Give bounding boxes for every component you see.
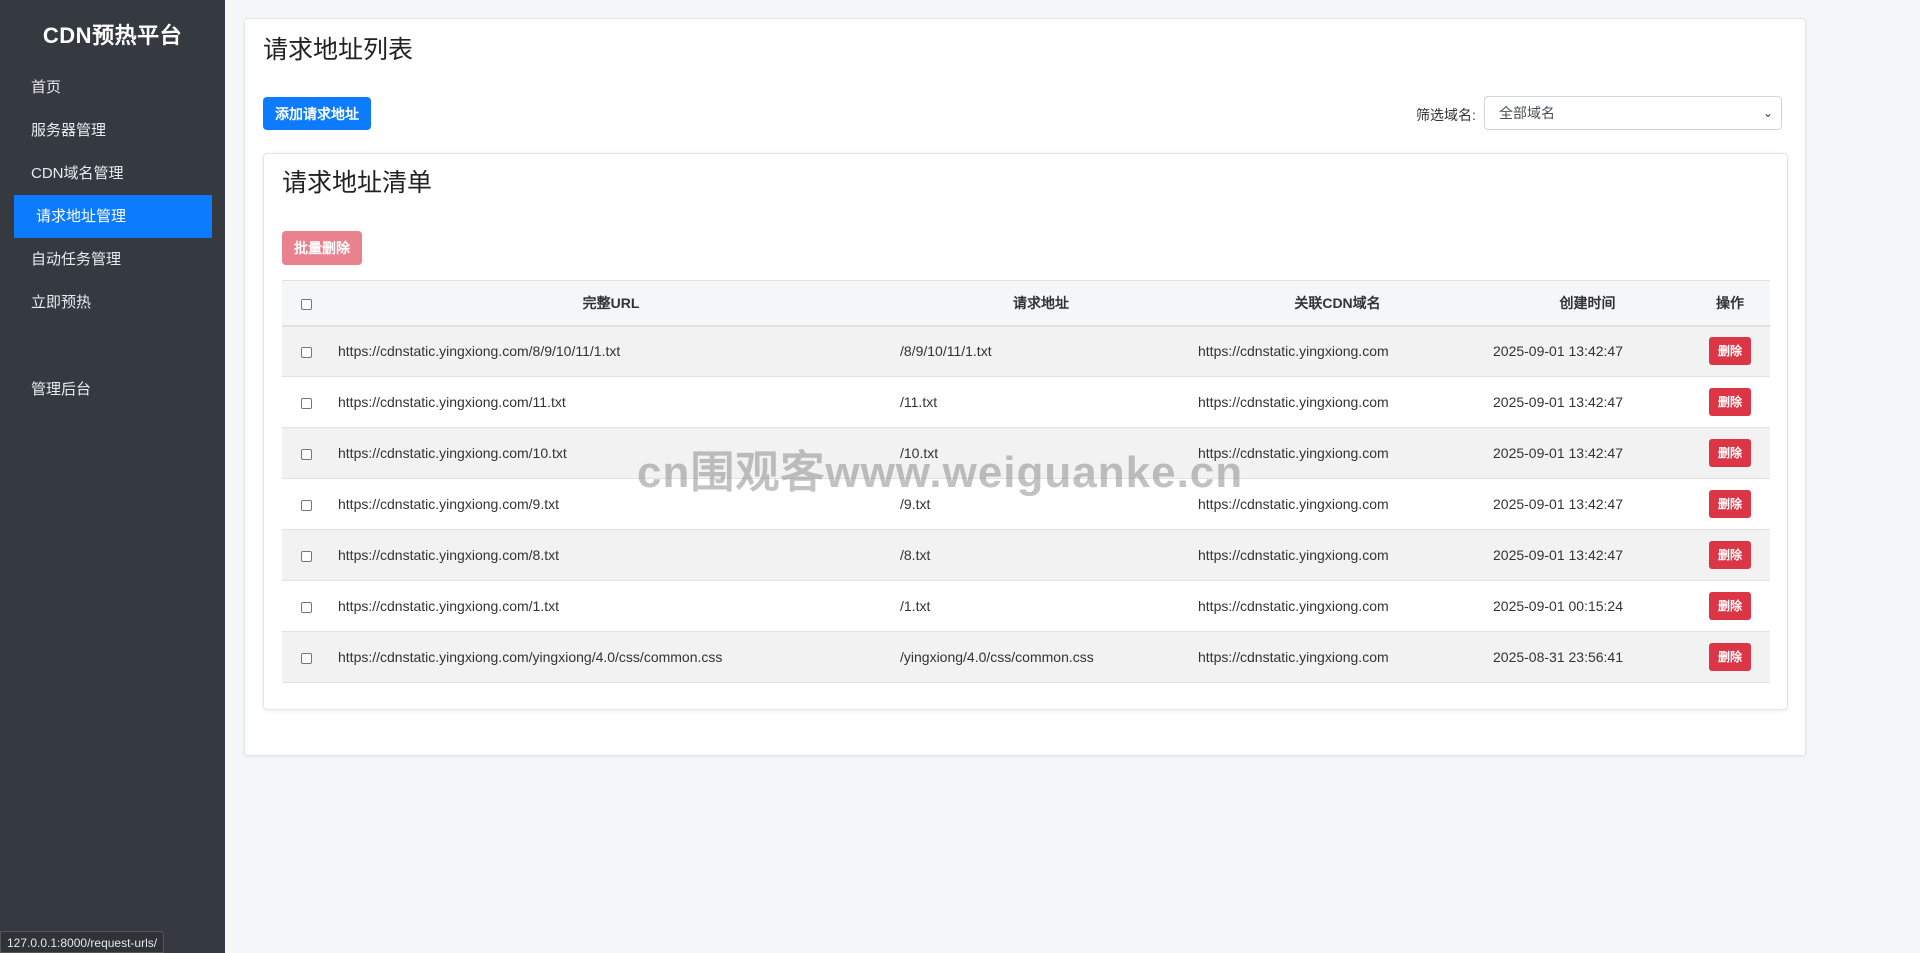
row-checkbox-cell xyxy=(282,326,330,377)
cell-cdn-domain: https://cdnstatic.yingxiong.com xyxy=(1198,598,1389,614)
add-request-url-button[interactable]: 添加请求地址 xyxy=(263,97,371,130)
sidebar-item-cdn-domains[interactable]: CDN域名管理 xyxy=(0,152,211,195)
sidebar-item-home[interactable]: 首页 xyxy=(0,66,211,109)
column-header-path: 请求地址 xyxy=(1013,294,1069,311)
delete-button[interactable]: 删除 xyxy=(1708,439,1751,467)
cell-cdn-domain: https://cdnstatic.yingxiong.com xyxy=(1198,496,1389,512)
sidebar-item-auto-tasks[interactable]: 自动任务管理 xyxy=(0,238,211,281)
row-checkbox[interactable] xyxy=(300,347,312,359)
table-row: https://cdnstatic.yingxiong.com/11.txt/1… xyxy=(282,376,1770,428)
row-checkbox[interactable] xyxy=(300,448,312,460)
table-header-row: 完整URL 请求地址 关联CDN域名 创建时间 操作 xyxy=(282,280,1770,326)
cell-full-url: https://cdnstatic.yingxiong.com/8.txt xyxy=(338,547,559,563)
brand-title: CDN预热平台 xyxy=(42,23,183,48)
column-header-actions: 操作 xyxy=(1716,294,1744,311)
column-header-cdn-domain: 关联CDN域名 xyxy=(1294,294,1381,311)
cell-cdn-domain: https://cdnstatic.yingxiong.com xyxy=(1198,343,1389,360)
row-checkbox[interactable] xyxy=(300,652,312,664)
filter-domain-label: 筛选域名: xyxy=(1416,107,1476,123)
cell-full-url: https://cdnstatic.yingxiong.com/11.txt xyxy=(338,394,566,410)
cell-created: 2025-09-01 13:42:47 xyxy=(1493,343,1623,360)
row-checkbox-cell xyxy=(282,581,330,632)
cell-cdn-domain: https://cdnstatic.yingxiong.com xyxy=(1198,394,1389,410)
chevron-down-icon: ⌄ xyxy=(1762,106,1773,120)
cell-path: /9.txt xyxy=(900,496,931,512)
row-checkbox[interactable] xyxy=(300,550,312,562)
table-row: https://cdnstatic.yingxiong.com/10.txt/1… xyxy=(282,427,1770,479)
cell-path: /11.txt xyxy=(900,394,938,410)
row-checkbox-cell xyxy=(282,428,330,479)
cell-full-url: https://cdnstatic.yingxiong.com/10.txt xyxy=(338,445,567,461)
cell-full-url: https://cdnstatic.yingxiong.com/1.txt xyxy=(338,598,559,614)
status-bar-url: 127.0.0.1:8000/request-urls/ xyxy=(0,931,165,953)
table-row: https://cdnstatic.yingxiong.com/1.txt/1.… xyxy=(282,580,1770,632)
cell-actions: 删除 xyxy=(1690,530,1770,581)
cell-path: /yingxiong/4.0/css/common.css xyxy=(900,649,1094,665)
row-checkbox[interactable] xyxy=(300,499,312,511)
delete-button[interactable]: 删除 xyxy=(1708,490,1751,518)
cell-created: 2025-09-01 13:42:47 xyxy=(1493,496,1623,512)
table-row: https://cdnstatic.yingxiong.com/yingxion… xyxy=(282,631,1770,683)
sidebar-nav: 首页 服务器管理 CDN域名管理 请求地址管理 自动任务管理 立即预热 管理后台 xyxy=(0,66,225,411)
delete-button[interactable]: 删除 xyxy=(1708,388,1751,416)
row-checkbox-cell xyxy=(282,479,330,530)
cell-created: 2025-09-01 00:15:24 xyxy=(1493,598,1623,614)
table-row: https://cdnstatic.yingxiong.com/8.txt/8.… xyxy=(282,529,1770,581)
cell-actions: 删除 xyxy=(1690,581,1770,632)
batch-delete-button[interactable]: 批量删除 xyxy=(282,231,362,265)
sidebar-item-request-urls[interactable]: 请求地址管理 xyxy=(14,195,212,238)
cell-path: /1.txt xyxy=(900,598,931,614)
cell-actions: 删除 xyxy=(1690,377,1770,428)
row-checkbox-cell xyxy=(282,530,330,581)
table-row: https://cdnstatic.yingxiong.com/8/9/10/1… xyxy=(282,325,1770,377)
cell-created: 2025-09-01 13:42:47 xyxy=(1493,394,1623,410)
row-checkbox-cell xyxy=(282,377,330,428)
cell-full-url: https://cdnstatic.yingxiong.com/yingxion… xyxy=(338,649,723,665)
cell-created: 2025-09-01 13:42:47 xyxy=(1493,445,1623,461)
sidebar-item-servers[interactable]: 服务器管理 xyxy=(0,109,211,152)
cell-path: /10.txt xyxy=(900,445,939,461)
cell-cdn-domain: https://cdnstatic.yingxiong.com xyxy=(1198,547,1389,563)
delete-button[interactable]: 删除 xyxy=(1708,592,1751,620)
cell-created: 2025-09-01 13:42:47 xyxy=(1493,547,1623,563)
row-checkbox[interactable] xyxy=(300,397,312,409)
filter-domain-select[interactable]: 全部域名 ⌄ xyxy=(1484,96,1782,130)
cell-actions: 删除 xyxy=(1690,326,1770,377)
list-title: 请求地址清单 xyxy=(282,169,433,197)
cell-full-url: https://cdnstatic.yingxiong.com/9.txt xyxy=(338,496,559,512)
cell-actions: 删除 xyxy=(1690,428,1770,479)
table-row: https://cdnstatic.yingxiong.com/9.txt/9.… xyxy=(282,478,1770,530)
cell-created: 2025-08-31 23:56:41 xyxy=(1493,649,1623,665)
row-checkbox[interactable] xyxy=(300,601,312,613)
page-title: 请求地址列表 xyxy=(263,36,414,64)
cell-cdn-domain: https://cdnstatic.yingxiong.com xyxy=(1198,649,1389,665)
cell-full-url: https://cdnstatic.yingxiong.com/8/9/10/1… xyxy=(338,343,621,360)
cell-actions: 删除 xyxy=(1690,632,1770,683)
cell-path: /8.txt xyxy=(900,547,931,563)
sidebar-item-preheat-now[interactable]: 立即预热 xyxy=(0,281,211,324)
cell-actions: 删除 xyxy=(1690,479,1770,530)
select-all-checkbox[interactable] xyxy=(300,298,312,310)
select-all-cell xyxy=(282,281,330,326)
cell-cdn-domain: https://cdnstatic.yingxiong.com xyxy=(1198,445,1389,461)
cell-path: /8/9/10/11/1.txt xyxy=(900,343,992,360)
delete-button[interactable]: 删除 xyxy=(1708,643,1751,671)
delete-button[interactable]: 删除 xyxy=(1708,541,1751,569)
delete-button[interactable]: 删除 xyxy=(1708,337,1751,366)
column-header-full-url: 完整URL xyxy=(582,294,640,311)
sidebar-item-admin[interactable]: 管理后台 xyxy=(0,368,211,411)
main-card: 请求地址列表 添加请求地址 筛选域名: 全部域名 ⌄ 请求地址清单 批量删除 完… xyxy=(244,18,1806,756)
row-checkbox-cell xyxy=(282,632,330,683)
request-url-list-card: 请求地址清单 批量删除 完整URL 请求地址 关联CDN域名 创建时间 操作 h… xyxy=(263,153,1788,710)
filter-domain-value: 全部域名 xyxy=(1499,105,1555,121)
sidebar: CDN预热平台 首页 服务器管理 CDN域名管理 请求地址管理 自动任务管理 立… xyxy=(0,0,225,953)
request-url-table: 完整URL 请求地址 关联CDN域名 创建时间 操作 https://cdnst… xyxy=(282,280,1770,683)
column-header-created: 创建时间 xyxy=(1559,294,1616,311)
